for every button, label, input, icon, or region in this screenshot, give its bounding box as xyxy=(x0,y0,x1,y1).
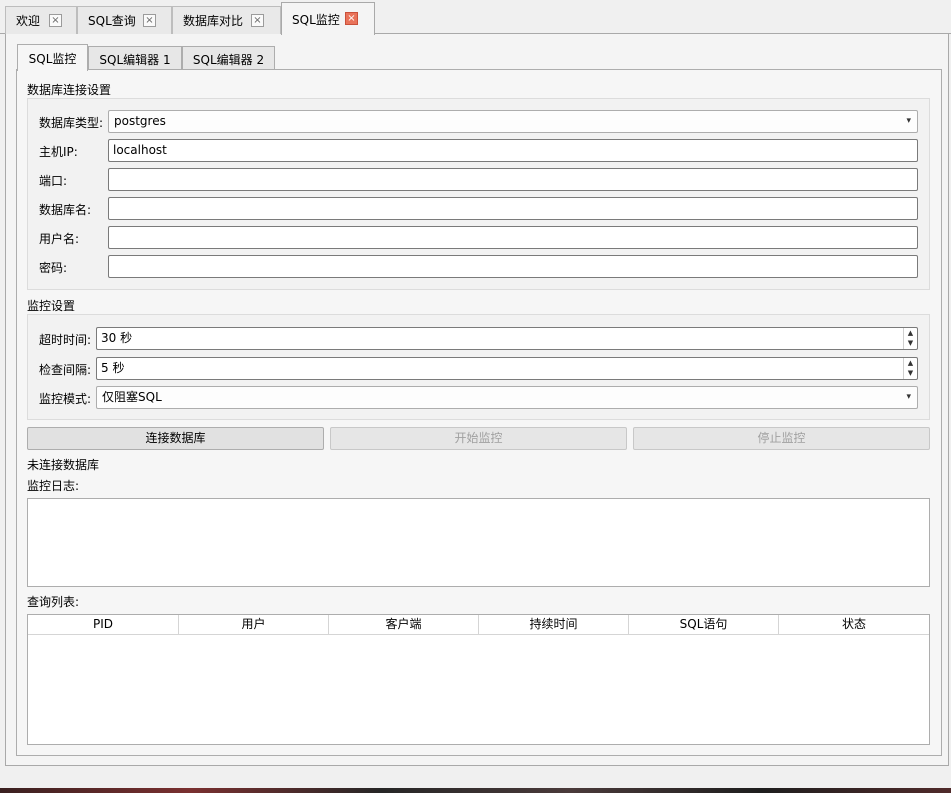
column-header-sql[interactable]: SQL语句 xyxy=(629,615,779,634)
inner-tab-sql-editor-1[interactable]: SQL编辑器 1 xyxy=(88,46,182,71)
inner-tab-label: SQL监控 xyxy=(28,51,77,66)
table-header: PID 用户 客户端 持续时间 SQL语句 状态 xyxy=(28,615,929,635)
username-label: 用户名: xyxy=(39,232,80,246)
inner-tab-sql-monitor[interactable]: SQL监控 xyxy=(17,44,88,71)
interval-label: 检查间隔: xyxy=(39,363,92,377)
stop-monitor-button[interactable]: 停止监控 xyxy=(633,427,930,450)
monitor-log-label: 监控日志: xyxy=(27,479,80,493)
tab-label: SQL监控 xyxy=(292,12,340,27)
spin-down-icon[interactable]: ▼ xyxy=(904,368,917,378)
tab-label: 欢迎 xyxy=(16,14,41,28)
tab-sql-monitor[interactable]: SQL监控 × xyxy=(281,2,375,35)
inner-tab-label: SQL编辑器 2 xyxy=(192,52,265,67)
inner-tab-sql-editor-2[interactable]: SQL编辑器 2 xyxy=(182,46,275,71)
monitor-log-textarea[interactable] xyxy=(27,498,930,587)
column-header-duration[interactable]: 持续时间 xyxy=(479,615,629,634)
interval-value: 5 秒 xyxy=(101,361,125,375)
dbname-input[interactable] xyxy=(108,197,918,220)
password-input[interactable] xyxy=(108,255,918,278)
column-header-status[interactable]: 状态 xyxy=(779,615,929,634)
spin-buttons: ▲ ▼ xyxy=(903,358,917,379)
connection-settings-title: 数据库连接设置 xyxy=(27,83,112,97)
tab-label: 数据库对比 xyxy=(183,14,244,28)
column-header-pid[interactable]: PID xyxy=(28,615,179,634)
tab-db-compare[interactable]: 数据库对比 × xyxy=(172,6,281,34)
timeout-label: 超时时间: xyxy=(39,333,92,347)
timeout-spinbox[interactable]: 30 秒 ▲ ▼ xyxy=(96,327,918,350)
db-type-value: postgres xyxy=(114,114,166,128)
query-list-table[interactable]: PID 用户 客户端 持续时间 SQL语句 状态 xyxy=(27,614,930,745)
tab-label: SQL查询 xyxy=(88,14,136,28)
chevron-down-icon: ▾ xyxy=(906,392,911,402)
host-label: 主机IP: xyxy=(39,145,78,159)
close-icon[interactable]: × xyxy=(143,13,156,27)
port-input[interactable] xyxy=(108,168,918,191)
interval-spinbox[interactable]: 5 秒 ▲ ▼ xyxy=(96,357,918,380)
inner-tab-label: SQL编辑器 1 xyxy=(99,52,171,67)
tab-sql-query[interactable]: SQL查询 × xyxy=(77,6,172,34)
dbname-label: 数据库名: xyxy=(39,203,92,217)
mode-select[interactable]: 仅阻塞SQL ▾ xyxy=(96,386,918,409)
connect-button[interactable]: 连接数据库 xyxy=(27,427,324,450)
mode-value: 仅阻塞SQL xyxy=(102,390,162,404)
query-list-label: 查询列表: xyxy=(27,595,80,609)
start-monitor-button[interactable]: 开始监控 xyxy=(330,427,627,450)
spin-up-icon[interactable]: ▲ xyxy=(904,328,917,338)
username-input[interactable] xyxy=(108,226,918,249)
close-icon[interactable]: × xyxy=(345,12,358,25)
monitor-settings-title: 监控设置 xyxy=(27,299,76,313)
close-icon[interactable]: × xyxy=(251,13,264,27)
desktop-background-strip xyxy=(0,788,951,793)
spin-down-icon[interactable]: ▼ xyxy=(904,338,917,348)
password-label: 密码: xyxy=(39,261,68,275)
column-header-user[interactable]: 用户 xyxy=(179,615,329,634)
connection-status-text: 未连接数据库 xyxy=(27,458,100,472)
port-label: 端口: xyxy=(39,174,68,188)
timeout-value: 30 秒 xyxy=(101,331,133,345)
db-type-select[interactable]: postgres ▾ xyxy=(108,110,918,133)
chevron-down-icon: ▾ xyxy=(906,116,911,126)
spin-up-icon[interactable]: ▲ xyxy=(904,358,917,368)
mode-label: 监控模式: xyxy=(39,392,92,406)
status-bar xyxy=(0,766,951,788)
db-type-label: 数据库类型: xyxy=(39,116,104,130)
tab-welcome[interactable]: 欢迎 × xyxy=(5,6,77,34)
host-input[interactable]: localhost xyxy=(108,139,918,162)
spin-buttons: ▲ ▼ xyxy=(903,328,917,349)
close-icon[interactable]: × xyxy=(49,13,62,27)
column-header-client[interactable]: 客户端 xyxy=(329,615,479,634)
